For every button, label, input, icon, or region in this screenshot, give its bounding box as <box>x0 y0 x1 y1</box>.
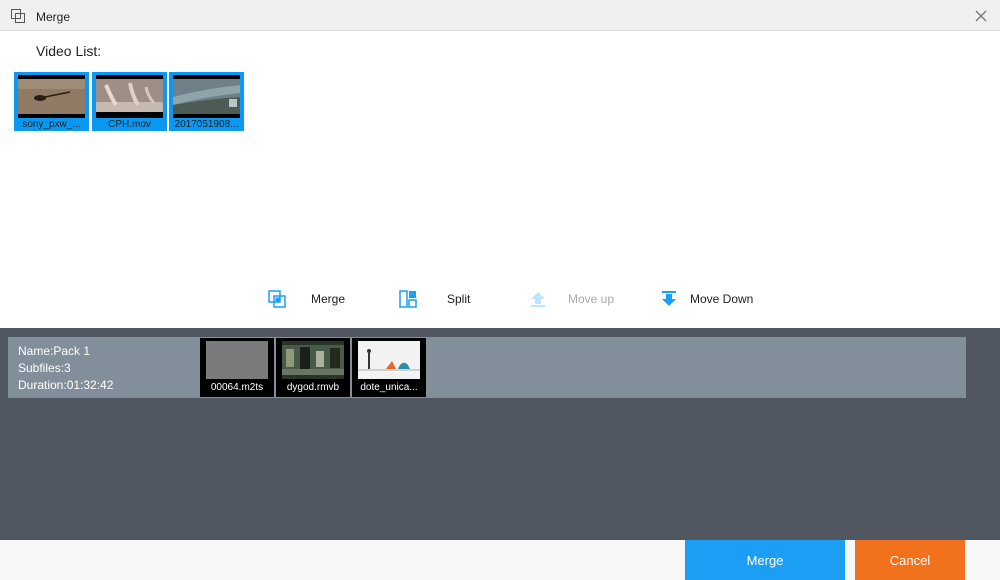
move-down-button[interactable]: Move Down <box>660 289 760 309</box>
pack-file-thumbnail <box>282 341 344 379</box>
cancel-button[interactable]: Cancel <box>855 540 965 580</box>
pack-file-thumbnail <box>358 341 420 379</box>
pack-row[interactable]: Name:Pack 1 Subfiles:3 Duration:01:32:42… <box>8 337 966 398</box>
pack-info: Name:Pack 1 Subfiles:3 Duration:01:32:42 <box>18 343 113 394</box>
pack-duration: Duration:01:32:42 <box>18 378 114 392</box>
move-up-icon <box>531 292 545 307</box>
merge-window-icon <box>11 9 25 23</box>
pack-file-1[interactable]: 00064.m2ts <box>200 338 274 397</box>
merge-pack-panel: Name:Pack 1 Subfiles:3 Duration:01:32:42… <box>0 328 1000 540</box>
video-item-name: sony_pxw_... <box>22 119 81 130</box>
dialog-footer: Merge Cancel <box>0 540 1000 580</box>
close-icon[interactable] <box>974 9 988 23</box>
video-item-2[interactable]: CPH.mov <box>92 72 167 131</box>
move-up-button[interactable]: Move up <box>529 289 619 309</box>
video-thumbnail <box>96 75 163 118</box>
move-down-label: Move Down <box>690 292 754 306</box>
split-tool-label: Split <box>447 292 471 306</box>
video-item-3[interactable]: 2017051908... <box>169 72 244 131</box>
pack-subfiles: Subfiles:3 <box>18 361 71 375</box>
pack-file-name: dote_unica... <box>360 382 418 393</box>
window-title: Merge <box>36 10 71 24</box>
split-icon <box>399 290 417 308</box>
pack-file-thumbnail <box>206 341 268 379</box>
pack-file-name: dygod.rmvb <box>286 382 340 393</box>
video-item-1[interactable]: sony_pxw_... <box>14 72 89 131</box>
pack-file-3[interactable]: dote_unica... <box>352 338 426 397</box>
split-tool-button[interactable]: Split <box>399 289 474 309</box>
merge-icon <box>268 290 286 308</box>
merge-tool-button[interactable]: Merge <box>268 289 348 309</box>
video-thumbnail <box>173 75 240 118</box>
merge-tool-label: Merge <box>311 292 346 306</box>
move-down-icon <box>662 291 676 306</box>
pack-file-name: 00064.m2ts <box>210 382 264 393</box>
merge-button[interactable]: Merge <box>685 540 845 580</box>
video-thumbnail <box>18 75 85 118</box>
pack-name: Name:Pack 1 <box>18 344 91 358</box>
video-item-name: 2017051908... <box>174 119 239 130</box>
video-list-label: Video List: <box>36 43 102 59</box>
video-item-name: CPH.mov <box>108 119 151 130</box>
title-bar: Merge <box>0 0 1000 31</box>
pack-file-2[interactable]: dygod.rmvb <box>276 338 350 397</box>
move-up-label: Move up <box>568 292 615 306</box>
